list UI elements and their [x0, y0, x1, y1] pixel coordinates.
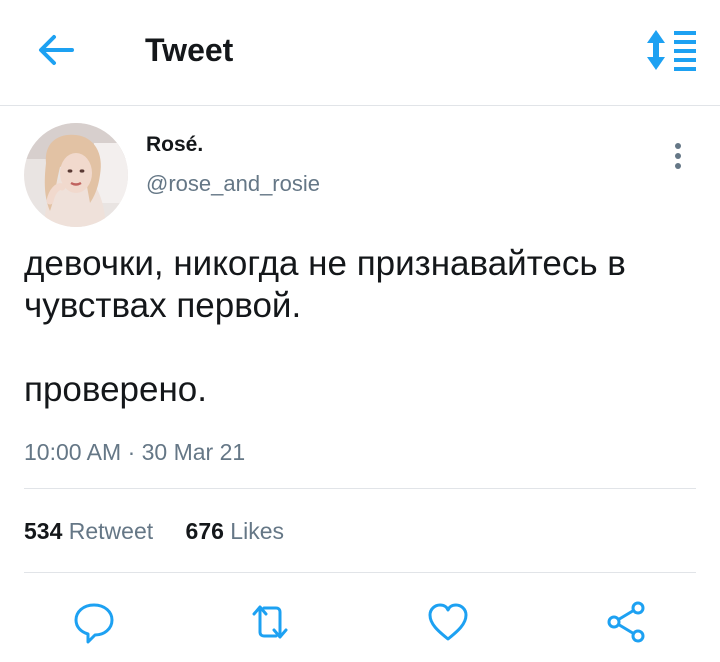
arrow-left-icon [39, 35, 74, 65]
likes-label: Likes [230, 518, 284, 544]
more-options-button[interactable] [664, 140, 692, 174]
retweets-stat[interactable]: 534 Retweet [24, 515, 153, 547]
engagement-stats: 534 Retweet 676 Likes [24, 515, 310, 547]
reply-button[interactable] [70, 598, 118, 646]
tweet-text-line: чувствах первой. [24, 286, 302, 325]
tweet-timestamp: 10:00 AM · 30 Mar 21 [24, 439, 246, 465]
author-name[interactable]: Rosé. [146, 132, 203, 158]
tweet-text-line: девочки, никогда не признавайтесь в [24, 244, 626, 283]
author-handle[interactable]: @rose_and_rosie [146, 170, 320, 198]
retweets-count: 534 [24, 518, 63, 544]
back-button[interactable] [34, 30, 78, 70]
like-icon [428, 603, 468, 641]
likes-count: 676 [185, 518, 224, 544]
tweet-text-line: проверено. [24, 370, 207, 409]
tweet-text: девочки, никогда не признавайтесь в чувс… [24, 243, 704, 411]
divider [24, 488, 696, 489]
share-button[interactable] [602, 598, 650, 646]
share-icon [607, 601, 645, 643]
retweet-button[interactable] [246, 598, 294, 646]
more-vertical-icon [675, 143, 681, 169]
divider [24, 572, 696, 573]
retweet-icon [252, 605, 288, 639]
avatar-image [24, 123, 128, 227]
page-title: Tweet [145, 32, 234, 68]
likes-stat[interactable]: 676 Likes [186, 515, 284, 547]
sort-button[interactable] [644, 28, 698, 72]
avatar[interactable] [24, 123, 128, 227]
reply-icon [74, 603, 114, 644]
retweets-label: Retweet [68, 518, 154, 544]
sort-list-icon [647, 30, 696, 71]
like-button[interactable] [424, 598, 472, 646]
top-bar: Tweet [0, 0, 720, 106]
